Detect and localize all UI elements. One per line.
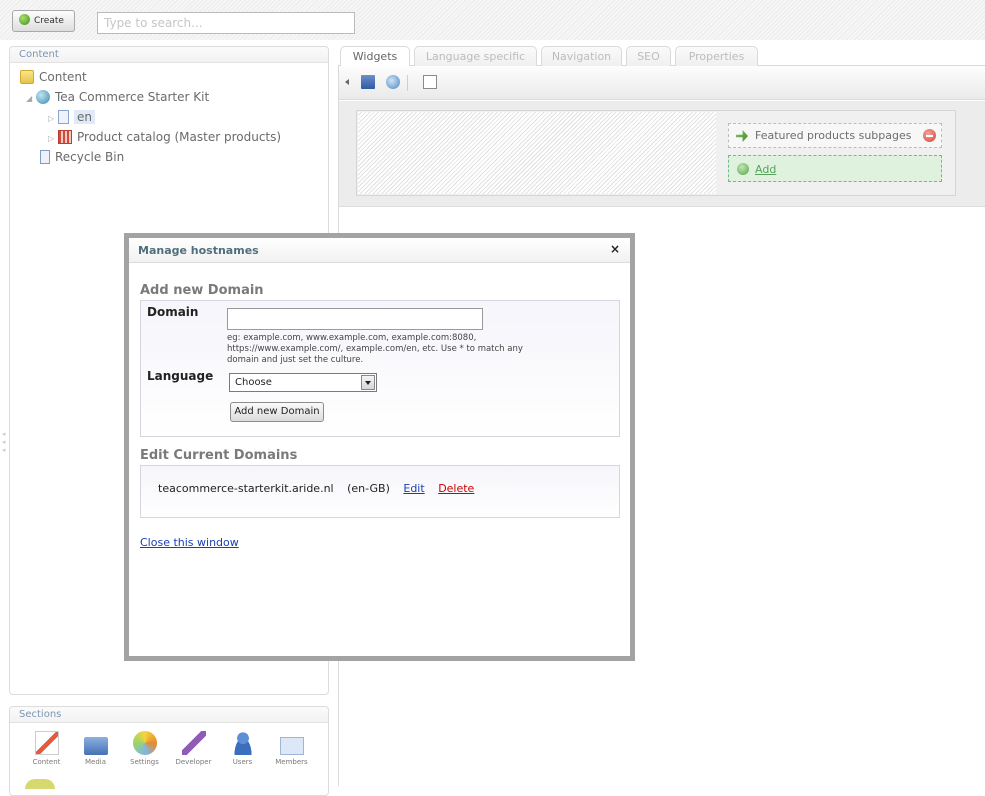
tree-node-label: Content	[39, 70, 87, 84]
section-users[interactable]: Users	[218, 731, 267, 766]
members-section-icon	[279, 737, 304, 755]
add-domain-heading: Add new Domain	[140, 283, 264, 298]
add-new-domain-button[interactable]: Add new Domain	[230, 402, 324, 422]
tree-node-site[interactable]: ◢ Tea Commerce Starter Kit	[26, 88, 209, 106]
current-domains-list: teacommerce-starterkit.aride.nl (en-GB) …	[140, 465, 620, 518]
dialog-title: Manage hostnames	[138, 244, 259, 257]
add-widget-button[interactable]: Add	[728, 155, 942, 182]
close-window-link[interactable]: Close this window	[140, 536, 239, 549]
expand-arrow-icon[interactable]: ◢	[26, 90, 36, 108]
save-icon[interactable]	[361, 75, 375, 89]
section-settings[interactable]: Settings	[120, 731, 169, 766]
section-content[interactable]: Content	[22, 731, 71, 766]
edit-domains-heading: Edit Current Domains	[140, 448, 298, 463]
tree-node-recycle-bin[interactable]: Recycle Bin	[40, 148, 124, 166]
globe-icon	[36, 90, 50, 104]
developer-section-icon	[181, 731, 206, 755]
section-developer[interactable]: Developer	[169, 731, 218, 766]
section-label: Settings	[130, 758, 159, 766]
create-label: Create	[34, 16, 64, 26]
tab-navigation[interactable]: Navigation	[541, 46, 622, 66]
language-label: Language	[147, 369, 214, 383]
content-panel-title: Content	[10, 47, 328, 63]
domain-field[interactable]	[227, 308, 483, 330]
manage-hostnames-dialog: Manage hostnames × Add new Domain Domain…	[124, 233, 635, 661]
preview-icon[interactable]	[423, 75, 437, 89]
arrow-icon	[736, 130, 748, 142]
domain-host: teacommerce-starterkit.aride.nl	[158, 482, 334, 495]
editor-toolbar	[339, 66, 985, 100]
settings-section-icon	[132, 731, 157, 755]
tab-seo[interactable]: SEO	[626, 46, 671, 66]
translation-section-icon[interactable]	[25, 779, 55, 789]
dialog-header: Manage hostnames ×	[129, 238, 630, 263]
delete-domain-link[interactable]: Delete	[438, 482, 474, 495]
remove-icon[interactable]	[923, 129, 936, 142]
create-icon	[19, 14, 30, 25]
language-select[interactable]: Choose	[229, 373, 377, 392]
page-icon	[58, 110, 69, 124]
sections-list: Content Media Settings Developer Users M…	[22, 731, 316, 766]
close-icon[interactable]: ×	[610, 242, 620, 256]
toolbar-divider	[407, 75, 408, 91]
widget-preview-placeholder	[358, 112, 716, 194]
tree-node-label: Product catalog (Master products)	[77, 130, 282, 144]
section-members[interactable]: Members	[267, 731, 316, 766]
section-label: Media	[84, 758, 107, 766]
sections-panel-title: Sections	[10, 707, 328, 723]
section-label: Developer	[175, 758, 212, 766]
expand-arrow-icon[interactable]: ▷	[48, 130, 58, 148]
catalog-icon	[58, 130, 72, 144]
domain-culture: (en-GB)	[347, 482, 390, 495]
section-media[interactable]: Media	[71, 731, 120, 766]
search-input[interactable]	[97, 12, 355, 34]
widget-item-label: Featured products subpages	[755, 129, 912, 142]
folder-icon	[20, 70, 34, 84]
add-widget-label: Add	[755, 163, 777, 176]
tree-node-en[interactable]: ▷ en	[48, 108, 95, 126]
section-label: Members	[275, 758, 308, 766]
recycle-bin-icon	[40, 150, 50, 164]
tree-node-content[interactable]: Content	[20, 68, 87, 86]
edit-domain-link[interactable]: Edit	[403, 482, 424, 495]
expand-arrow-icon[interactable]: ▷	[48, 110, 58, 128]
top-bar: Create	[0, 0, 985, 40]
media-section-icon	[83, 737, 108, 755]
users-section-icon	[230, 731, 255, 755]
add-icon	[737, 163, 749, 175]
domain-row: teacommerce-starterkit.aride.nl (en-GB) …	[158, 482, 484, 495]
create-button[interactable]: Create	[12, 10, 75, 32]
domain-hint: eg: example.com, www.example.com, exampl…	[227, 333, 523, 365]
chevron-down-icon[interactable]	[361, 375, 375, 390]
domain-label: Domain	[147, 305, 199, 319]
content-section-icon	[34, 731, 59, 755]
section-label: Users	[232, 758, 253, 766]
tab-language-specific[interactable]: Language specific	[414, 46, 537, 66]
back-arrow-icon[interactable]	[345, 79, 349, 85]
tab-properties[interactable]: Properties	[675, 46, 758, 66]
tab-widgets[interactable]: Widgets	[340, 46, 410, 67]
tree-node-catalog[interactable]: ▷ Product catalog (Master products)	[48, 128, 281, 146]
tree-node-label: Recycle Bin	[55, 150, 125, 164]
panel-splitter[interactable]: ◂ ◂ ◂	[2, 430, 6, 460]
tree-node-label: en	[74, 110, 95, 124]
widget-item[interactable]: Featured products subpages	[728, 123, 942, 148]
add-domain-form: Domain eg: example.com, www.example.com,…	[140, 300, 620, 437]
tree-node-label: Tea Commerce Starter Kit	[55, 90, 210, 104]
publish-icon[interactable]	[386, 75, 400, 89]
sections-panel: Sections Content Media Settings Develope…	[9, 706, 329, 796]
section-label: Content	[32, 758, 61, 766]
language-selected-value: Choose	[235, 377, 272, 388]
